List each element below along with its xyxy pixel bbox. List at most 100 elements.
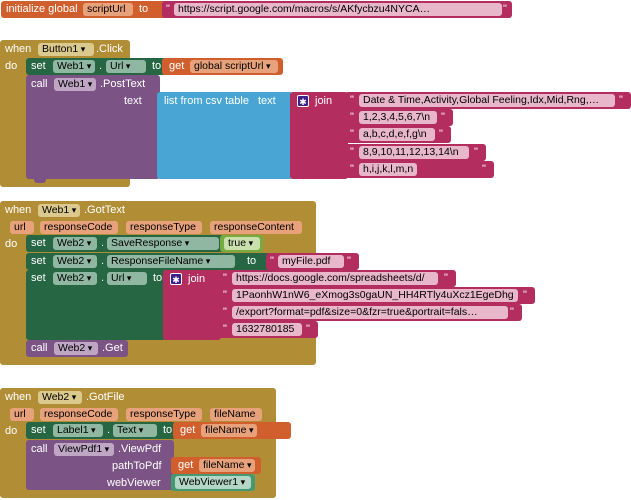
when-label: when	[5, 204, 32, 216]
saveresponse-property-dropdown[interactable]: SaveResponse	[107, 237, 219, 250]
string-block-2[interactable]: " 1,2,3,4,5,6,7\n "	[345, 109, 453, 126]
text-property-dropdown[interactable]: Text	[113, 424, 157, 437]
call-viewpdf1-viewpdf-block[interactable]: call ViewPdf1 .ViewPdf pathToPdf webView…	[26, 440, 174, 490]
global-scripturl-dropdown[interactable]: global scriptUrl	[190, 60, 278, 73]
get-filename-block[interactable]: get fileName	[173, 422, 291, 439]
url-string-field-1[interactable]: https://docs.google.com/spreadsheets/d/	[232, 272, 438, 285]
gear-icon[interactable]: ✱	[297, 95, 309, 107]
get-filename-block-2[interactable]: get fileName	[171, 457, 261, 474]
string-field-3[interactable]: a,b,c,d,e,f,g\n	[359, 128, 435, 141]
set-label: set	[31, 60, 46, 72]
string-field-5[interactable]: h,i,j,k,l,m,n	[359, 163, 417, 176]
webviewer1-component-block[interactable]: WebViewer1	[171, 474, 255, 491]
string-field-4[interactable]: 8,9,10,11,12,13,14\n	[359, 146, 469, 159]
close-quote-icon: "	[347, 255, 351, 267]
get-global-scripturl-block[interactable]: get global scriptUrl	[162, 58, 283, 75]
true-logic-block[interactable]: true	[220, 235, 263, 252]
list-from-csv-table-block[interactable]: list from csv table text	[157, 92, 293, 179]
viewpdf1-component-dropdown[interactable]: ViewPdf1	[54, 443, 114, 456]
url-string-field-3[interactable]: /export?format=pdf&size=0&fzr=true&portr…	[232, 306, 508, 319]
filename-text-field[interactable]: myFile.pdf	[278, 255, 344, 268]
param-filename[interactable]: fileName	[210, 408, 262, 421]
get-label: get	[180, 424, 196, 436]
set-web2-url-block[interactable]: set Web2 . Url to	[26, 270, 166, 340]
web1-component-dropdown[interactable]: Web1	[53, 60, 95, 73]
web2-component-dropdown[interactable]: Web2	[53, 255, 97, 268]
string-block-4[interactable]: " 8,9,10,11,12,13,14\n "	[345, 144, 486, 161]
webviewer1-component-dropdown[interactable]: WebViewer1	[175, 476, 251, 489]
param-url[interactable]: url	[10, 221, 34, 234]
set-web2-responsefilename-block[interactable]: set Web2 . ResponseFileName to	[26, 253, 272, 270]
call-web2-get-block[interactable]: call Web2 .Get	[26, 340, 128, 357]
open-quote-icon: "	[350, 111, 354, 123]
join-block[interactable]: ✱ join	[163, 270, 221, 340]
param-responsecontent[interactable]: responseContent	[210, 221, 302, 234]
close-quote-icon: "	[474, 146, 478, 158]
close-quote-icon: "	[306, 323, 310, 335]
set-web1-url-block[interactable]: set Web1 . Url to	[26, 58, 166, 75]
csv-text-param-label: text	[258, 95, 276, 107]
web2-component-dropdown[interactable]: Web2	[53, 272, 97, 285]
call-web1-posttext-block[interactable]: call Web1 .PostText text	[26, 75, 160, 179]
web2-event-component-dropdown[interactable]: Web2	[38, 391, 82, 404]
filename-text-block[interactable]: " myFile.pdf "	[266, 253, 359, 270]
url-string-block-4[interactable]: " 1632780185 "	[218, 321, 318, 338]
web2-component-dropdown[interactable]: Web2	[53, 237, 97, 250]
initialize-global-block[interactable]: initialize global scriptUrl to	[1, 1, 168, 18]
dot-label: .	[99, 60, 103, 72]
global-var-name-field[interactable]: scriptUrl	[83, 3, 133, 16]
true-value-dropdown[interactable]: true	[224, 237, 260, 250]
gotfile-event-label: .GotFile	[86, 391, 125, 403]
web2-call-component-dropdown[interactable]: Web2	[54, 342, 98, 355]
param-responsetype[interactable]: responseType	[126, 408, 202, 421]
to-label: to	[247, 255, 257, 267]
url-text-block[interactable]: " https://script.google.com/macros/s/AKf…	[162, 1, 512, 18]
url-text-field[interactable]: https://script.google.com/macros/s/AKfyc…	[174, 3, 502, 16]
gear-icon[interactable]: ✱	[170, 273, 182, 285]
param-responsecode[interactable]: responseCode	[40, 408, 118, 421]
web1-event-component-dropdown[interactable]: Web1	[38, 204, 80, 217]
string-block-3[interactable]: " a,b,c,d,e,f,g\n "	[345, 126, 451, 143]
do-label: do	[5, 425, 18, 437]
url-string-field-4[interactable]: 1632780185	[232, 323, 302, 336]
list-from-csv-label: list from csv table	[164, 95, 249, 107]
block-notch	[34, 179, 46, 183]
join-label: join	[188, 273, 206, 285]
string-block-1[interactable]: " Date & Time,Activity,Global Feeling,Id…	[345, 92, 631, 109]
filename-variable-dropdown[interactable]: fileName	[201, 424, 257, 437]
string-field-2[interactable]: 1,2,3,4,5,6,7\n	[359, 111, 437, 124]
web1-call-component-dropdown[interactable]: Web1	[54, 78, 96, 91]
url-string-block-1[interactable]: " https://docs.google.com/spreadsheets/d…	[218, 270, 456, 287]
param-responsetype[interactable]: responseType	[126, 221, 202, 234]
param-url[interactable]: url	[10, 408, 34, 421]
gottext-event-label: .GotText	[84, 204, 125, 216]
url-property-dropdown[interactable]: Url	[106, 60, 146, 73]
dot-label: .	[101, 272, 105, 284]
close-quote-icon: "	[439, 128, 443, 140]
button1-component-dropdown[interactable]: Button1	[38, 43, 94, 56]
dot-label: .	[101, 237, 105, 249]
to-label: to	[139, 3, 149, 15]
close-quote-icon: "	[523, 289, 527, 301]
set-label1-text-block[interactable]: set Label1 . Text to	[26, 422, 176, 439]
call-label: call	[31, 342, 48, 354]
filename-variable-dropdown-2[interactable]: fileName	[199, 459, 255, 472]
set-label: set	[31, 424, 46, 436]
url-string-block-3[interactable]: " /export?format=pdf&size=0&fzr=true&por…	[218, 304, 522, 321]
text-param-label: text	[124, 95, 142, 107]
set-label: set	[31, 272, 46, 284]
get-method-label: .Get	[102, 342, 123, 354]
url-string-block-2[interactable]: " 1PaonhW1nW6_eXmog3s0gaUN_HH4RTly4uXcz1…	[218, 287, 535, 304]
when-label: when	[5, 43, 32, 55]
url-string-field-2[interactable]: 1PaonhW1nW6_eXmog3s0gaUN_HH4RTly4uXcz1Eg…	[232, 289, 518, 302]
do-label: do	[5, 238, 18, 250]
join-block[interactable]: ✱ join	[290, 92, 348, 179]
to-label: to	[152, 60, 162, 72]
label1-component-dropdown[interactable]: Label1	[53, 424, 103, 437]
string-field-1[interactable]: Date & Time,Activity,Global Feeling,Idx,…	[359, 94, 615, 107]
open-quote-icon: "	[166, 3, 170, 15]
string-block-5[interactable]: " h,i,j,k,l,m,n "	[345, 161, 494, 178]
param-responsecode[interactable]: responseCode	[40, 221, 118, 234]
url-property-dropdown[interactable]: Url	[107, 272, 147, 285]
responsefilename-property-dropdown[interactable]: ResponseFileName	[107, 255, 235, 268]
